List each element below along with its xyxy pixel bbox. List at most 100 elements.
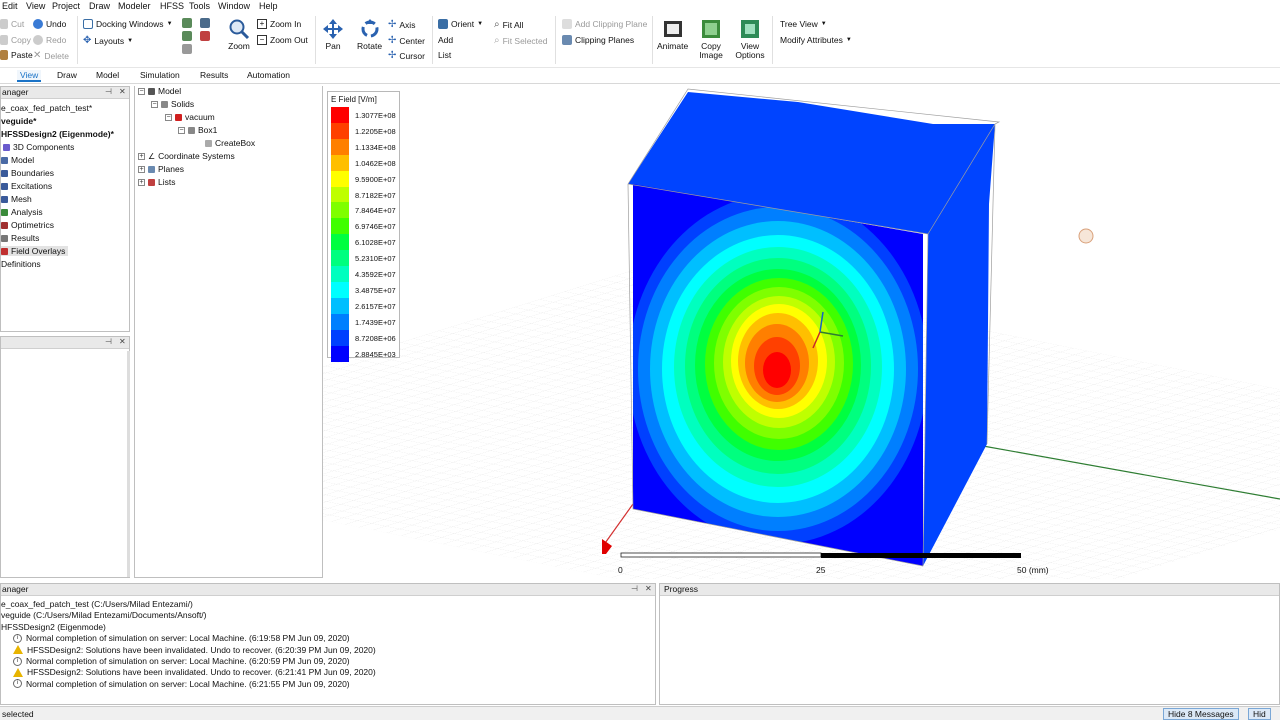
legend-swatch bbox=[331, 186, 349, 203]
zoom-button[interactable]: Zoom bbox=[228, 18, 250, 51]
close-icon[interactable]: ✕ bbox=[119, 337, 126, 346]
tree-node-coordinate-systems[interactable]: + ∠ Coordinate Systems bbox=[138, 151, 235, 161]
scale-label-25: 25 bbox=[816, 565, 826, 575]
layouts-button[interactable]: ✥ Layouts ▼ bbox=[83, 35, 133, 46]
clipping-planes-button[interactable]: Clipping Planes bbox=[562, 35, 634, 45]
grid-toggle-icon[interactable] bbox=[182, 18, 192, 28]
pan-button[interactable]: Pan bbox=[322, 18, 344, 51]
message-line[interactable]: i Normal completion of simulation on serv… bbox=[13, 633, 350, 643]
tab-simulation[interactable]: Simulation bbox=[140, 70, 180, 80]
menu-hfss[interactable]: HFSS bbox=[160, 1, 184, 11]
collapse-icon[interactable]: − bbox=[165, 113, 172, 121]
fit-all-button[interactable]: ⌕ Fit All bbox=[494, 19, 523, 30]
scrollbar[interactable] bbox=[127, 351, 130, 577]
tree-item-boundaries[interactable]: Boundaries bbox=[1, 168, 54, 178]
modify-attributes-button[interactable]: Modify Attributes ▼ bbox=[780, 35, 852, 45]
paste-button[interactable]: Paste bbox=[0, 50, 33, 60]
collapse-icon[interactable]: − bbox=[151, 100, 158, 108]
fit-selected-button[interactable]: ⌕ Fit Selected bbox=[494, 35, 548, 46]
3d-modeler-window[interactable]: 0 25 50 (mm) bbox=[323, 84, 1280, 579]
add-clipping-plane-button[interactable]: Add Clipping Plane bbox=[562, 19, 647, 29]
axis-button[interactable]: ✢ Axis bbox=[388, 19, 415, 30]
menu-view[interactable]: View bbox=[26, 1, 45, 11]
close-icon[interactable]: ✕ bbox=[645, 584, 652, 593]
undo-button[interactable]: Undo bbox=[33, 19, 66, 29]
collapse-icon[interactable]: − bbox=[138, 87, 145, 95]
field-legend[interactable]: E Field [V/m] 1.3077E+08 1.2205E+08 1.1334… bbox=[327, 91, 400, 362]
tree-item-results[interactable]: Results bbox=[1, 233, 39, 243]
close-icon[interactable]: ✕ bbox=[119, 87, 126, 96]
tree-item-optimetrics[interactable]: Optimetrics bbox=[1, 220, 54, 230]
tab-draw[interactable]: Draw bbox=[57, 70, 77, 80]
hide-progress-button[interactable]: Hid bbox=[1248, 708, 1271, 720]
tab-model[interactable]: Model bbox=[96, 70, 119, 80]
expand-icon[interactable]: + bbox=[138, 165, 145, 173]
message-line[interactable]: e_coax_fed_patch_test (C:/Users/Milad En… bbox=[1, 599, 193, 609]
tree-item-mesh[interactable]: Mesh bbox=[1, 194, 32, 204]
expand-icon[interactable]: + bbox=[138, 178, 145, 186]
cut-button[interactable]: Cut bbox=[0, 19, 24, 29]
field-plot-canvas[interactable] bbox=[323, 84, 1280, 579]
tree-node-box1[interactable]: − Box1 bbox=[178, 125, 217, 135]
hide-messages-button[interactable]: Hide 8 Messages bbox=[1163, 708, 1239, 720]
message-line[interactable]: HFSSDesign2 (Eigenmode) bbox=[1, 622, 106, 632]
collapse-icon[interactable]: − bbox=[178, 126, 185, 134]
tree-node-lists[interactable]: + Lists bbox=[138, 177, 175, 187]
message-line[interactable]: i Normal completion of simulation on serv… bbox=[13, 679, 350, 689]
menu-draw[interactable]: Draw bbox=[89, 1, 110, 11]
menu-edit[interactable]: Edit bbox=[2, 1, 18, 11]
message-line[interactable]: HFSSDesign2: Solutions have been invalid… bbox=[13, 645, 376, 655]
message-line[interactable]: i Normal completion of simulation on serv… bbox=[13, 656, 350, 666]
eye-hide-icon[interactable] bbox=[182, 44, 192, 54]
tree-node-planes[interactable]: + Planes bbox=[138, 164, 184, 174]
hide-icon[interactable] bbox=[200, 31, 210, 41]
tree-item-hfssdesign[interactable]: HFSSDesign2 (Eigenmode)* bbox=[1, 129, 114, 139]
message-line[interactable]: HFSSDesign2: Solutions have been invalid… bbox=[13, 667, 376, 677]
view-options-button[interactable]: View Options bbox=[734, 18, 766, 60]
menu-modeler[interactable]: Modeler bbox=[118, 1, 151, 11]
orient-button[interactable]: Orient ▼ bbox=[438, 19, 483, 29]
add-view-button[interactable]: Add bbox=[438, 35, 453, 45]
message-line[interactable]: veguide (C:/Users/Milad Entezami/Documen… bbox=[1, 610, 207, 620]
tree-node-createbox[interactable]: CreateBox bbox=[205, 138, 255, 148]
legend-title: E Field [V/m] bbox=[331, 95, 377, 104]
cursor-button[interactable]: ✢ Cursor bbox=[388, 50, 425, 61]
tree-item-3d-components[interactable]: 3D Components bbox=[3, 142, 74, 152]
zoom-out-button[interactable]: − Zoom Out bbox=[257, 35, 308, 45]
menu-help[interactable]: Help bbox=[259, 1, 278, 11]
pin-icon[interactable]: ⊣ bbox=[631, 584, 638, 593]
tree-item-analysis[interactable]: Analysis bbox=[1, 207, 43, 217]
rotate-button[interactable]: Rotate bbox=[357, 18, 382, 51]
tab-view[interactable]: View bbox=[17, 70, 42, 82]
tab-results[interactable]: Results bbox=[200, 70, 228, 80]
copy-button[interactable]: Copy bbox=[0, 35, 31, 45]
delete-button[interactable]: ✕ Delete bbox=[33, 50, 69, 61]
animate-button[interactable]: Animate bbox=[657, 18, 688, 51]
menu-project[interactable]: Project bbox=[52, 1, 80, 11]
tree-item-field-overlays[interactable]: Field Overlays bbox=[1, 246, 69, 256]
menu-window[interactable]: Window bbox=[218, 1, 250, 11]
tree-item-excitations[interactable]: Excitations bbox=[1, 181, 52, 191]
tree-node-vacuum[interactable]: − vacuum bbox=[165, 112, 215, 122]
docking-windows-button[interactable]: Docking Windows ▼ bbox=[83, 19, 173, 29]
redo-button[interactable]: Redo bbox=[33, 35, 66, 45]
tree-item-model[interactable]: Model bbox=[1, 155, 34, 165]
display-icon[interactable] bbox=[200, 18, 210, 28]
tree-item-definitions[interactable]: Definitions bbox=[1, 259, 41, 269]
pin-icon[interactable]: ⊣ bbox=[105, 87, 112, 96]
legend-swatch bbox=[331, 138, 349, 155]
tree-item-project[interactable]: e_coax_fed_patch_test* bbox=[1, 103, 92, 113]
tab-automation[interactable]: Automation bbox=[247, 70, 290, 80]
pin-icon[interactable]: ⊣ bbox=[105, 337, 112, 346]
eye-icon[interactable] bbox=[182, 31, 192, 41]
center-button[interactable]: ✢ Center bbox=[388, 35, 425, 46]
tree-item-design[interactable]: veguide* bbox=[1, 116, 36, 126]
tree-node-model[interactable]: − Model bbox=[138, 86, 181, 96]
menu-tools[interactable]: Tools bbox=[189, 1, 210, 11]
tree-view-button[interactable]: Tree View ▼ bbox=[780, 19, 827, 29]
expand-icon[interactable]: + bbox=[138, 152, 145, 160]
copy-image-button[interactable]: Copy Image bbox=[696, 18, 726, 60]
list-views-button[interactable]: List bbox=[438, 50, 451, 60]
zoom-in-button[interactable]: + Zoom In bbox=[257, 19, 301, 29]
tree-node-solids[interactable]: − Solids bbox=[151, 99, 194, 109]
